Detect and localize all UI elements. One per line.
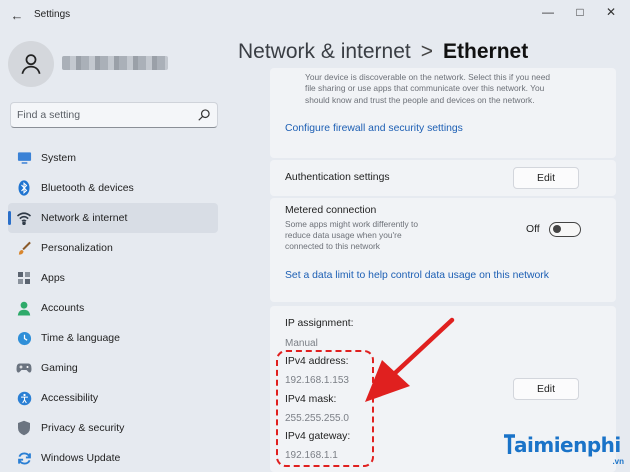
toggle-knob <box>553 225 561 234</box>
wifi-icon <box>16 210 32 226</box>
app-title: Settings <box>34 9 71 20</box>
sidebar-item-windows-update[interactable]: Windows Update <box>8 443 218 472</box>
person-icon <box>21 54 41 75</box>
watermark-logo: aimienphi .vn <box>502 431 630 469</box>
search-box[interactable] <box>10 102 218 128</box>
sidebar-item-label: Windows Update <box>41 452 121 464</box>
data-limit-link[interactable]: Set a data limit to help control data us… <box>285 270 549 281</box>
ip-edit-button[interactable]: Edit <box>513 378 579 400</box>
globe-clock-icon <box>16 330 32 346</box>
metered-description: Some apps might work differently to redu… <box>285 219 418 253</box>
title-bar: ← Settings — □ ✕ <box>0 0 630 30</box>
description-line: Some apps might work differently to <box>285 219 418 229</box>
page-title: Ethernet <box>443 40 529 63</box>
sidebar-item-accounts[interactable]: Accounts <box>8 293 218 323</box>
accessibility-icon <box>16 390 32 406</box>
sidebar-item-label: System <box>41 152 77 164</box>
bluetooth-icon <box>16 180 32 196</box>
search-input[interactable] <box>17 107 187 123</box>
minimize-button[interactable]: — <box>537 3 559 21</box>
description-line: should know and trust the people and dev… <box>305 94 535 105</box>
username-blurred <box>62 56 168 70</box>
sidebar-item-network[interactable]: Network & internet <box>8 203 218 233</box>
sidebar-item-label: Personalization <box>41 242 113 254</box>
sidebar-item-time-language[interactable]: Time & language <box>8 323 218 353</box>
brush-icon <box>16 240 32 256</box>
sidebar-item-label: Accounts <box>41 302 85 314</box>
description-line: reduce data usage when you're <box>285 230 402 241</box>
sidebar-item-label: Apps <box>41 272 65 284</box>
sidebar-item-personalization[interactable]: Personalization <box>8 233 218 263</box>
sidebar-item-accessibility[interactable]: Accessibility <box>8 383 218 413</box>
sidebar-item-label: Gaming <box>41 362 78 374</box>
person-icon <box>16 300 32 316</box>
maximize-button[interactable]: □ <box>569 3 591 21</box>
metered-toggle[interactable] <box>549 222 581 237</box>
authentication-edit-button[interactable]: Edit <box>513 167 579 189</box>
sidebar-item-apps[interactable]: Apps <box>8 263 218 293</box>
refresh-icon <box>16 450 32 466</box>
description-line: connected to this network <box>285 241 380 252</box>
watermark-text: aimienphi <box>514 433 621 457</box>
toggle-state-label: Off <box>526 224 540 235</box>
monitor-icon <box>16 150 32 166</box>
sidebar: System Bluetooth & devices Network & int… <box>0 30 228 472</box>
avatar[interactable] <box>8 41 54 87</box>
sidebar-item-privacy-security[interactable]: Privacy & security <box>8 413 218 443</box>
nav-list: System Bluetooth & devices Network & int… <box>8 143 218 472</box>
sidebar-item-system[interactable]: System <box>8 143 218 173</box>
breadcrumb-separator: > <box>420 40 434 63</box>
apps-grid-icon <box>16 270 32 286</box>
description-line: Your device is discoverable on the netwo… <box>305 72 551 82</box>
ip-assignment-value: Manual <box>285 338 318 349</box>
shield-icon <box>16 420 32 436</box>
ip-assignment-label: IP assignment: <box>285 318 354 329</box>
sidebar-item-bluetooth[interactable]: Bluetooth & devices <box>8 173 218 203</box>
description-line: file sharing or use apps that communicat… <box>305 83 545 94</box>
close-button[interactable]: ✕ <box>600 3 622 21</box>
sidebar-item-label: Bluetooth & devices <box>41 182 134 194</box>
metered-connection-label: Metered connection <box>285 205 377 216</box>
breadcrumb-parent[interactable]: Network & internet <box>238 40 411 63</box>
gamepad-icon <box>16 360 32 376</box>
search-icon[interactable] <box>197 108 211 122</box>
breadcrumb: Network & internet > Ethernet <box>238 40 528 64</box>
sidebar-item-gaming[interactable]: Gaming <box>8 353 218 383</box>
firewall-settings-link[interactable]: Configure firewall and security settings <box>285 123 463 134</box>
watermark-suffix: .vn <box>612 457 624 466</box>
sidebar-item-label: Accessibility <box>41 392 99 404</box>
arrow-left-icon[interactable]: ← <box>8 6 26 24</box>
discovery-description: Your device is discoverable on the netwo… <box>305 72 585 106</box>
sidebar-item-label: Privacy & security <box>41 422 125 434</box>
annotation-arrow <box>365 317 455 402</box>
sidebar-item-label: Time & language <box>41 332 120 344</box>
sidebar-item-label: Network & internet <box>41 212 128 224</box>
authentication-label: Authentication settings <box>285 172 390 183</box>
